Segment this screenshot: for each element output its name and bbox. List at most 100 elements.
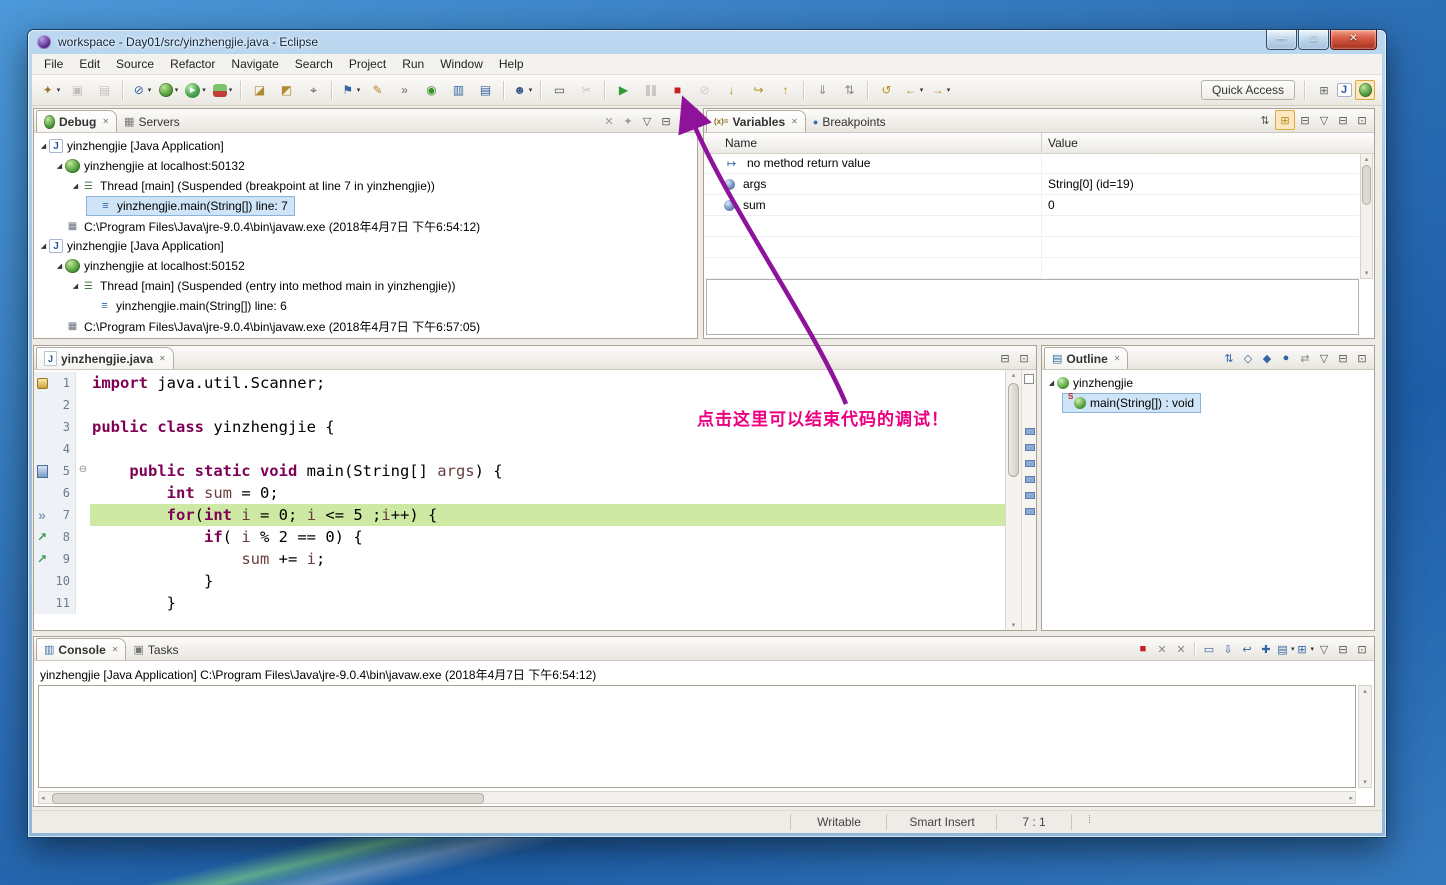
maximize-button[interactable]: ⊡: [1353, 349, 1371, 367]
tree-item[interactable]: ◢ ☰ Thread [main] (Suspended (entry into m…: [70, 276, 462, 296]
scrollbar-thumb[interactable]: [52, 793, 484, 804]
tab-yinzhengjie-java[interactable]: Jyinzhengjie.java ✕: [36, 347, 174, 369]
column-header-value[interactable]: Value: [1042, 133, 1374, 153]
expander-icon[interactable]: ◢: [54, 162, 65, 170]
gutter-marker-area[interactable]: [34, 438, 50, 460]
annotation-pencil-button[interactable]: ✎: [365, 79, 390, 101]
tree-item[interactable]: ◢ Jyinzhengjie [Java Application]: [38, 236, 230, 256]
tree-item[interactable]: ◢ yinzhengjie at localhost:50132: [54, 156, 251, 176]
forward-button[interactable]: → ▾: [928, 79, 953, 101]
expander-icon[interactable]: ◢: [38, 142, 49, 150]
close-button[interactable]: ✕: [1330, 30, 1377, 50]
java-perspective-button[interactable]: J: [1335, 81, 1353, 99]
external-tools-button[interactable]: ⚑ ▾: [338, 79, 363, 101]
expander-icon[interactable]: ◢: [70, 282, 81, 290]
variables-table[interactable]: ↦ no method return value args String[0] (id…: [704, 153, 1359, 279]
run-button[interactable]: ▶ ▾: [183, 79, 208, 101]
open-perspective-button[interactable]: ⊞: [1315, 81, 1333, 99]
menu-source[interactable]: Source: [108, 55, 162, 73]
code-line-11[interactable]: 11 }: [34, 592, 1005, 614]
expander-icon[interactable]: ◢: [38, 242, 49, 250]
maximize-button[interactable]: ⊡: [676, 112, 694, 130]
fold-collapse-icon[interactable]: ⊖: [76, 460, 90, 482]
quick-access-button[interactable]: Quick Access: [1200, 80, 1295, 100]
word-wrap-button[interactable]: ↩: [1238, 640, 1256, 658]
menu-project[interactable]: Project: [341, 55, 394, 73]
code-line-7[interactable]: » 7 for(int i = 0; i <= 5 ;i++) {: [34, 504, 1005, 526]
remove-all-launches-button[interactable]: ✕: [1172, 640, 1190, 658]
debug-view-options-button[interactable]: ✦: [619, 112, 637, 130]
menu-search[interactable]: Search: [287, 55, 341, 73]
gutter-marker-area[interactable]: [34, 372, 50, 394]
back-button[interactable]: ← ▾: [901, 79, 926, 101]
tab-close-icon[interactable]: ✕: [791, 117, 798, 126]
resume-button[interactable]: ▶: [611, 79, 636, 101]
code-line-4[interactable]: 4: [34, 438, 1005, 460]
scroll-down-icon[interactable]: ▾: [1006, 621, 1021, 629]
tab-close-icon[interactable]: ✕: [102, 117, 109, 126]
debug-perspective-button[interactable]: [1355, 80, 1375, 100]
collapse-all-button[interactable]: ⊟: [1296, 111, 1314, 129]
tab-breakpoints[interactable]: ● Breakpoints: [806, 111, 893, 132]
menu-refactor[interactable]: Refactor: [162, 55, 223, 73]
scroll-down-icon[interactable]: ▾: [1361, 269, 1372, 277]
tree-item[interactable]: ◢ Jyinzhengjie [Java Application]: [38, 136, 230, 156]
tree-item[interactable]: ≡ yinzhengjie.main(String[]) line: 6: [86, 296, 293, 316]
debug-tree[interactable]: ◢ Jyinzhengjie [Java Application] ◢ yinzhen…: [34, 133, 697, 341]
menu-navigate[interactable]: Navigate: [223, 55, 286, 73]
sort-button[interactable]: ⇅: [1220, 349, 1238, 367]
tree-item[interactable]: ◢ yinzhengjie at localhost:50152: [54, 256, 251, 276]
scroll-up-icon[interactable]: ▴: [1359, 687, 1371, 695]
last-edit-location-button[interactable]: ↺: [874, 79, 899, 101]
occurrence-marker[interactable]: [1025, 476, 1035, 483]
remove-launch-button[interactable]: ✕: [1153, 640, 1171, 658]
console-output-area[interactable]: [38, 685, 1356, 788]
gutter-marker-area[interactable]: [34, 482, 50, 504]
occurrence-marker[interactable]: [1025, 428, 1035, 435]
code-line-8[interactable]: ↗ 8 if( i % 2 == 0) {: [34, 526, 1005, 548]
menu-help[interactable]: Help: [491, 55, 532, 73]
gutter-marker-area[interactable]: [34, 416, 50, 438]
tab-servers[interactable]: ▦ Servers: [117, 111, 187, 132]
display-console-menu-arrow[interactable]: ▾: [1291, 645, 1295, 653]
step-over-button[interactable]: ↪: [746, 79, 771, 101]
maximize-button[interactable]: ⊡: [1015, 349, 1033, 367]
expander-icon[interactable]: ◢: [70, 182, 81, 190]
minimize-button[interactable]: ⊟: [1334, 349, 1352, 367]
occurrence-marker[interactable]: [1025, 444, 1035, 451]
skip-all-breakpoints-menu-arrow[interactable]: ▾: [148, 86, 152, 94]
scroll-lock-button[interactable]: ⇩: [1219, 640, 1237, 658]
tab-console[interactable]: ▥ Console ✕: [36, 638, 127, 660]
external-tools-menu-arrow[interactable]: ▾: [357, 86, 361, 94]
scrollbar-thumb[interactable]: [1008, 383, 1019, 477]
drop-to-frame-button[interactable]: ⇓: [810, 79, 835, 101]
overflow-button[interactable]: »: [392, 79, 417, 101]
hide-fields-button[interactable]: ◇: [1239, 349, 1257, 367]
search-button[interactable]: ⌖: [301, 79, 326, 101]
column-header-name[interactable]: Name: [704, 133, 1042, 153]
scroll-up-icon[interactable]: ▴: [1006, 371, 1021, 379]
use-step-filters-button[interactable]: ⇅: [837, 79, 862, 101]
menu-file[interactable]: File: [36, 55, 71, 73]
scroll-left-icon[interactable]: ◂: [41, 794, 45, 802]
tab-close-icon[interactable]: ✕: [159, 354, 166, 363]
tree-item[interactable]: ▦ C:\Program Files\Java\jre-9.0.4\bin\jav…: [54, 316, 486, 336]
minimize-button[interactable]: ⊟: [1334, 640, 1352, 658]
scroll-right-icon[interactable]: ▸: [1349, 794, 1353, 802]
hide-static-button[interactable]: ◆: [1258, 349, 1276, 367]
remove-all-terminated-button[interactable]: ✕: [600, 112, 618, 130]
tree-item[interactable]: ◢ ☰ Thread [main] (Suspended (breakpoint a…: [70, 176, 441, 196]
run-menu-arrow[interactable]: ▾: [202, 86, 206, 94]
scroll-down-icon[interactable]: ▾: [1359, 778, 1371, 786]
new-java-class-button[interactable]: ◉: [419, 79, 444, 101]
tree-item[interactable]: ▦ C:\Program Files\Java\jre-9.0.4\bin\jav…: [54, 216, 486, 236]
new-java-project-button[interactable]: ◪: [247, 79, 272, 101]
occurrence-marker[interactable]: [1025, 508, 1035, 515]
step-return-button[interactable]: ↑: [773, 79, 798, 101]
gutter-marker-area[interactable]: [34, 592, 50, 614]
title-bar[interactable]: workspace - Day01/src/yinzhengjie.java -…: [28, 30, 1386, 54]
occurrence-marker[interactable]: [1025, 460, 1035, 467]
tab-outline[interactable]: ▤ Outline ✕: [1044, 347, 1129, 369]
terminate-button[interactable]: ■: [1134, 640, 1152, 658]
show-logical-structures-button[interactable]: ⇅: [1256, 111, 1274, 129]
